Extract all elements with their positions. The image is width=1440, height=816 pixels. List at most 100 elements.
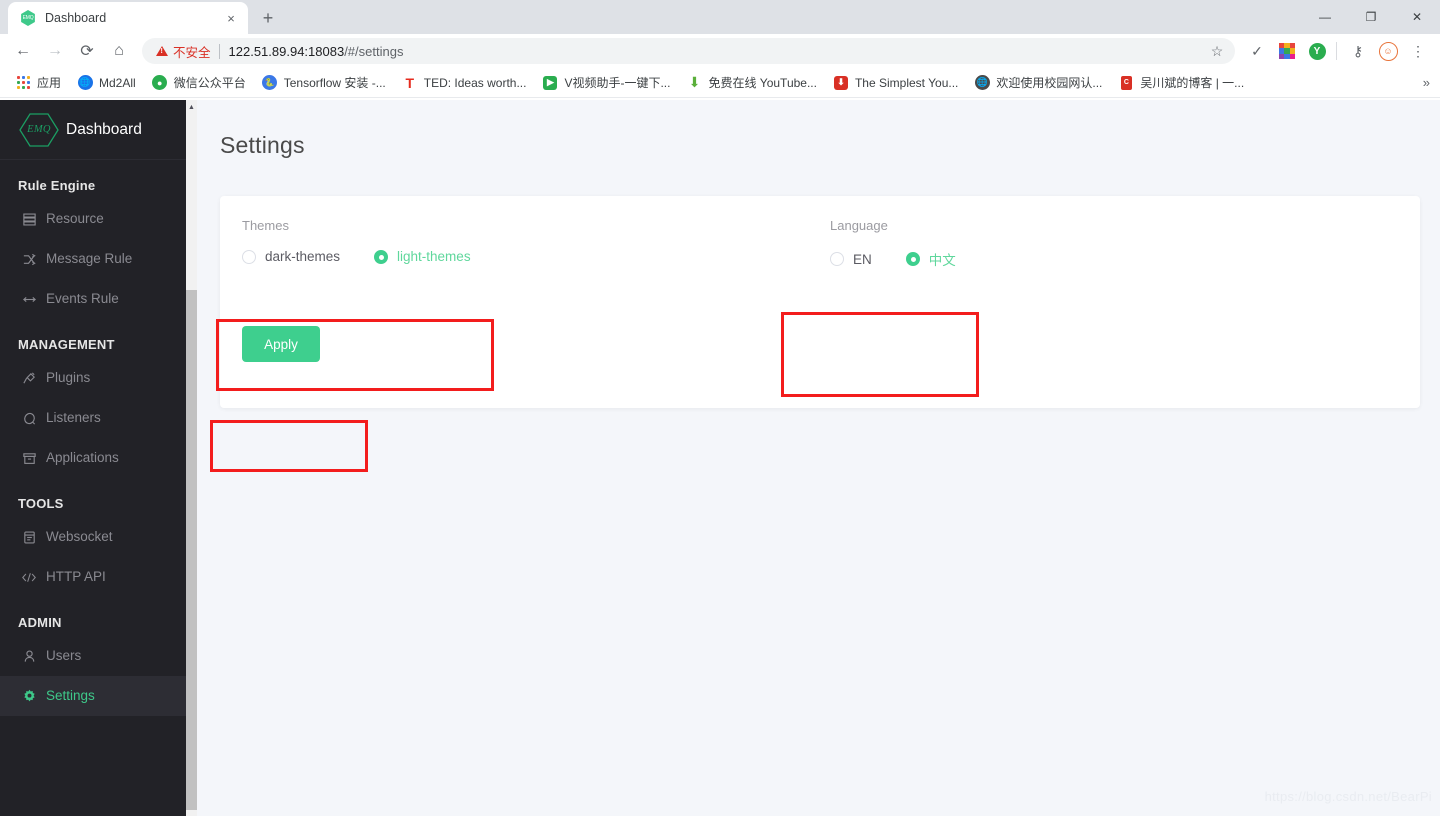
sidebar-item-http-api[interactable]: HTTP API: [0, 557, 186, 597]
watermark-text: https://blog.csdn.net/BearPi: [1264, 789, 1432, 804]
python-icon: 🐍: [262, 75, 278, 91]
browser-tab-dashboard[interactable]: EMQ Dashboard ×: [8, 2, 248, 34]
sidebar-item-websocket[interactable]: Websocket: [0, 517, 186, 557]
apply-button[interactable]: Apply: [242, 326, 320, 362]
globe-icon: 🌐: [77, 75, 93, 91]
scrollbar-up-arrow-icon[interactable]: ▲: [186, 100, 197, 114]
bookmarks-overflow-icon[interactable]: »: [1423, 75, 1430, 90]
resource-stack-icon: [20, 210, 38, 228]
window-maximize-button[interactable]: ❐: [1348, 0, 1394, 34]
new-tab-button[interactable]: +: [254, 4, 282, 32]
sidebar-logo[interactable]: EMQ Dashboard: [0, 100, 186, 160]
omnibox-divider: [218, 43, 220, 59]
sidebar-item-label: Settings: [46, 688, 95, 704]
tab-close-icon[interactable]: ×: [222, 9, 240, 27]
sidebar-item-message-rule[interactable]: Message Rule: [0, 239, 186, 279]
green-circle-extension-icon[interactable]: Y: [1303, 37, 1331, 65]
apps-grid-icon: [15, 75, 31, 91]
sidebar-item-plugins[interactable]: Plugins: [0, 358, 186, 398]
radio-light-themes[interactable]: light-themes: [374, 249, 471, 264]
bookmark-simplest-youtube[interactable]: ⬇ The Simplest You...: [826, 71, 965, 95]
app-sidebar: EMQ Dashboard Rule Engine Resource Messa…: [0, 100, 186, 816]
wechat-icon: ●: [152, 75, 168, 91]
browser-window-icon: [20, 528, 38, 546]
language-label: Language: [830, 218, 888, 233]
bookmark-md2all[interactable]: 🌐 Md2All: [70, 71, 143, 95]
bookmarks-bar: 应用 🌐 Md2All ● 微信公众平台 🐍 Tensorflow 安装 -..…: [0, 68, 1440, 98]
radio-label: light-themes: [397, 249, 471, 264]
color-grid-glyph: [1279, 43, 1295, 59]
themes-label: Themes: [242, 218, 289, 233]
tab-favicon-emq: EMQ: [20, 10, 36, 26]
radio-indicator-selected: [374, 249, 389, 264]
back-icon[interactable]: ←: [8, 36, 38, 66]
profile-avatar-icon[interactable]: ☺: [1374, 37, 1402, 65]
radio-dark-themes[interactable]: dark-themes: [242, 249, 340, 264]
radio-label: 中文: [928, 253, 956, 268]
bookmark-label: 欢迎使用校园网认...: [996, 76, 1103, 90]
sidebar-item-label: Listeners: [46, 410, 101, 426]
sidebar-section-admin: ADMIN: [18, 615, 62, 630]
radio-language-zh[interactable]: 中文: [905, 249, 956, 269]
radio-label: EN: [853, 251, 872, 267]
sidebar-item-applications[interactable]: Applications: [0, 438, 186, 478]
video-icon: ▶: [542, 75, 558, 91]
bookmark-video-helper[interactable]: ▶ V视频助手-一键下...: [535, 71, 677, 95]
gear-icon: [20, 687, 38, 705]
tab-strip: EMQ Dashboard × + — ❐ ✕: [0, 0, 1440, 34]
browser-toolbar: ← → ⟳ ⌂ 不安全 122.51.89.94:18083/#/setting…: [0, 34, 1440, 68]
radio-language-en[interactable]: EN: [830, 252, 872, 267]
bookmark-label: 吴川斌的博客 | 一...: [1140, 76, 1245, 90]
bookmark-campus-network[interactable]: 🌐 欢迎使用校园网认...: [967, 71, 1109, 95]
page-viewport: EMQ Dashboard Rule Engine Resource Messa…: [0, 100, 1440, 816]
settings-card: Themes dark-themes light-themes Language…: [220, 196, 1420, 408]
address-bar[interactable]: 不安全 122.51.89.94:18083/#/settings ☆: [142, 38, 1235, 64]
color-grid-extension-icon[interactable]: [1273, 37, 1301, 65]
bookmark-ted[interactable]: T TED: Ideas worth...: [395, 71, 534, 95]
satellite-icon: [20, 409, 38, 427]
bookmark-label: Md2All: [99, 75, 136, 90]
bookmark-tensorflow[interactable]: 🐍 Tensorflow 安装 -...: [255, 71, 393, 95]
window-minimize-button[interactable]: —: [1302, 0, 1348, 34]
emq-hexagon-logo-icon: EMQ: [18, 112, 60, 148]
themes-group: Themes dark-themes light-themes: [242, 218, 505, 264]
code-brackets-icon: [20, 568, 38, 586]
user-icon: [20, 647, 38, 665]
sidebar-scrollbar[interactable]: ▲: [186, 100, 197, 816]
reload-icon[interactable]: ⟳: [72, 36, 102, 66]
bookmark-label: Tensorflow 安装 -...: [283, 76, 386, 90]
globe-dark-icon: 🌐: [974, 75, 990, 91]
sidebar-item-label: Resource: [46, 211, 104, 227]
bookmark-youtube-downloader[interactable]: ⬇ 免费在线 YouTube...: [679, 71, 824, 95]
window-close-button[interactable]: ✕: [1394, 0, 1440, 34]
scrollbar-thumb[interactable]: [186, 290, 197, 810]
sidebar-item-users[interactable]: Users: [0, 636, 186, 676]
toolbar-divider: [1336, 42, 1337, 60]
sidebar-item-label: Applications: [46, 450, 119, 466]
archive-box-icon: [20, 449, 38, 467]
sidebar-item-events-rule[interactable]: Events Rule: [0, 279, 186, 319]
home-icon[interactable]: ⌂: [104, 36, 134, 66]
sidebar-item-settings[interactable]: Settings: [0, 676, 186, 716]
double-arrow-icon: [20, 290, 38, 308]
forward-icon[interactable]: →: [40, 36, 70, 66]
bookmark-wechat[interactable]: ● 微信公众平台: [145, 71, 253, 95]
bookmark-label: 应用: [37, 76, 62, 90]
not-secure-label: 不安全: [173, 45, 211, 60]
sidebar-item-label: HTTP API: [46, 569, 106, 585]
chrome-menu-icon[interactable]: ⋮: [1404, 37, 1432, 65]
sidebar-item-listeners[interactable]: Listeners: [0, 398, 186, 438]
bookmark-csdn-blog[interactable]: C 吴川斌的博客 | 一...: [1111, 71, 1251, 95]
bookmark-star-icon[interactable]: ☆: [1207, 41, 1227, 61]
shuffle-icon: [20, 250, 38, 268]
page-title: Settings: [220, 132, 305, 158]
password-key-icon[interactable]: ⚷: [1344, 37, 1372, 65]
sidebar-section-rule-engine: Rule Engine: [18, 178, 96, 193]
check-icon[interactable]: ✓: [1243, 37, 1271, 65]
address-bar-url: 122.51.89.94:18083/#/settings: [229, 44, 404, 59]
emq-logo-text: EMQ: [27, 124, 51, 135]
sidebar-item-resource[interactable]: Resource: [0, 199, 186, 239]
bookmark-apps[interactable]: 应用: [8, 71, 68, 95]
language-radio-group: EN 中文: [830, 249, 990, 269]
window-controls: — ❐ ✕: [1302, 0, 1440, 34]
